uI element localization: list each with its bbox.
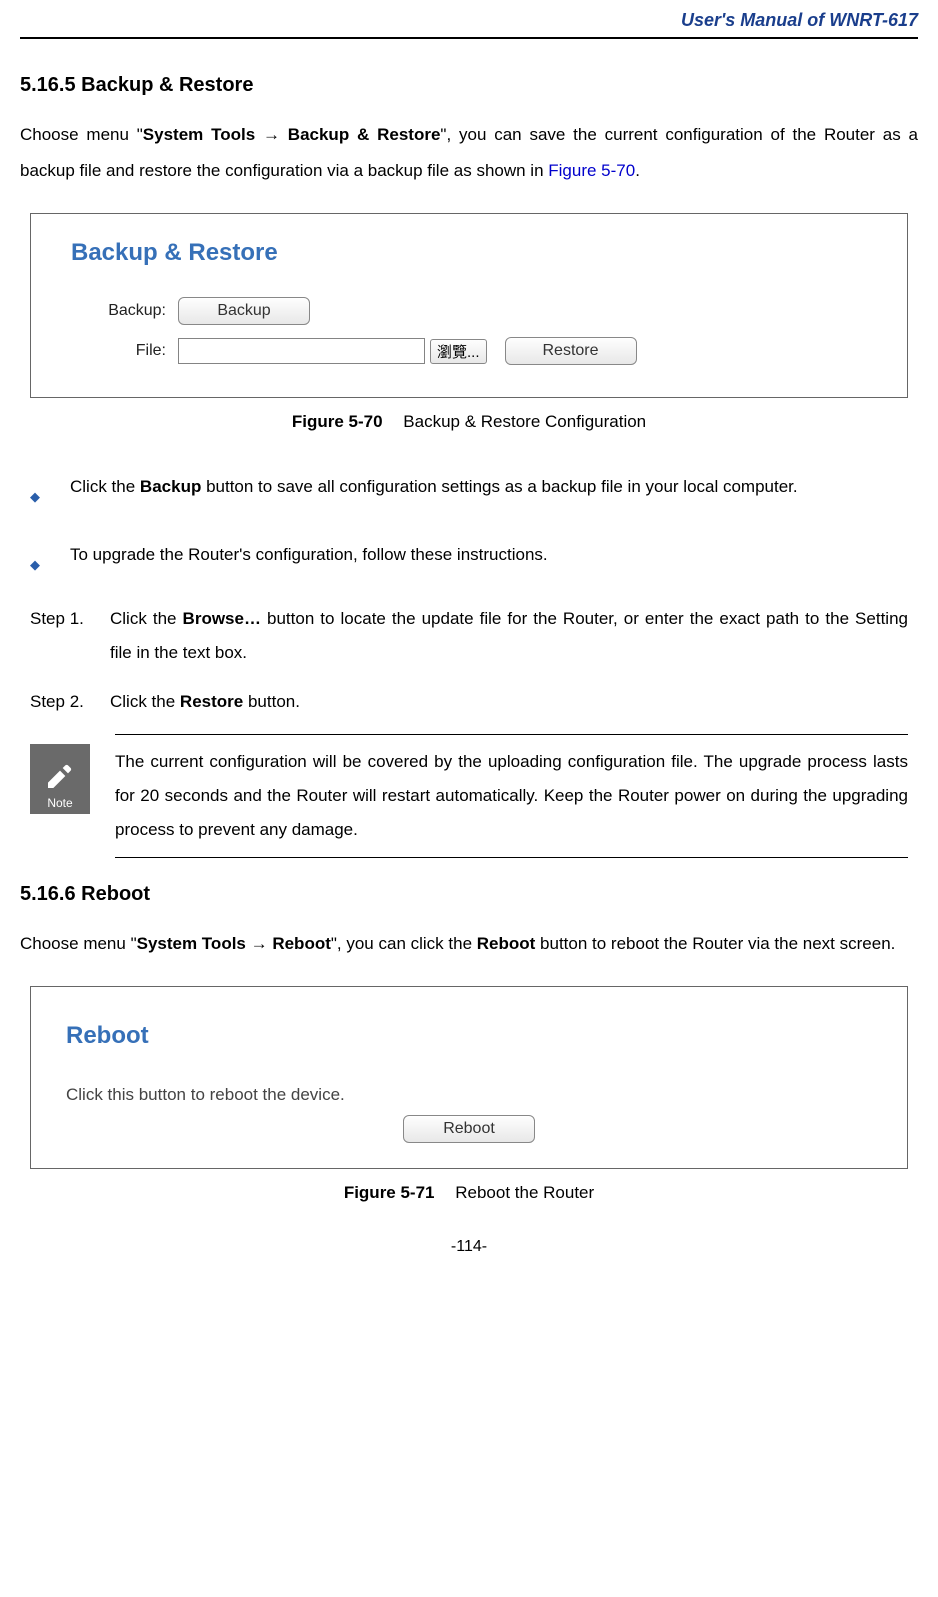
- step-1: Step 1. Click the Browse… button to loca…: [30, 602, 908, 670]
- panel-title: Backup & Restore: [71, 239, 877, 267]
- reboot-button[interactable]: Reboot: [403, 1115, 535, 1143]
- backup-label: Backup:: [71, 302, 178, 320]
- file-label: File:: [71, 342, 178, 360]
- figure-5-71-panel: Reboot Click this button to reboot the d…: [30, 986, 908, 1169]
- bullet-backup: ◆ Click the Backup button to save all co…: [30, 467, 908, 512]
- step-label: Step 2.: [30, 685, 110, 719]
- text-bold: Reboot: [477, 934, 536, 953]
- restore-button[interactable]: Restore: [505, 337, 637, 365]
- caption-label: Figure 5-70: [292, 412, 383, 431]
- text: ", you can click the: [331, 934, 477, 953]
- caption-text: Backup & Restore Configuration: [403, 412, 646, 431]
- section2-intro: Choose menu "System Tools → Reboot", you…: [20, 926, 918, 962]
- section-heading-reboot: 5.16.6 Reboot: [20, 883, 918, 906]
- menu-path: System Tools → Reboot: [137, 934, 331, 953]
- bullet-upgrade: ◆ To upgrade the Router's configuration,…: [30, 535, 908, 580]
- bullet-icon: ◆: [30, 549, 40, 580]
- bullet-icon: ◆: [30, 481, 40, 512]
- caption-label: Figure 5-71: [344, 1183, 435, 1202]
- file-input[interactable]: [178, 338, 425, 364]
- text: Choose menu ": [20, 934, 137, 953]
- page-number: -114-: [20, 1238, 918, 1256]
- text: Choose menu ": [20, 125, 143, 144]
- note-label: Note: [47, 796, 72, 810]
- text: Click the: [110, 609, 183, 628]
- backup-button[interactable]: Backup: [178, 297, 310, 325]
- section-number: 5.16.6: [20, 883, 76, 905]
- section-title: Reboot: [81, 883, 150, 905]
- pencil-note-icon: [44, 760, 76, 792]
- file-row: File: 瀏覽... Restore: [71, 337, 877, 365]
- browse-button[interactable]: 瀏覽...: [430, 339, 487, 364]
- menu-path: System Tools → Backup & Restore: [143, 125, 441, 144]
- text: button to reboot the Router via the next…: [535, 934, 895, 953]
- page-header: User's Manual of WNRT-617: [20, 10, 918, 39]
- text-bold: Backup: [140, 477, 201, 496]
- section-title: Backup & Restore: [81, 74, 253, 96]
- section-heading-backup: 5.16.5 Backup & Restore: [20, 74, 918, 97]
- panel-title: Reboot: [66, 1022, 872, 1050]
- text: button to save all configuration setting…: [201, 477, 797, 496]
- text-bold: Restore: [180, 692, 243, 711]
- reboot-hint: Click this button to reboot the device.: [66, 1085, 872, 1105]
- text-bold: Browse…: [183, 609, 261, 628]
- section1-intro: Choose menu "System Tools → Backup & Res…: [20, 117, 918, 188]
- figure-5-71-caption: Figure 5-71 Reboot the Router: [20, 1183, 918, 1203]
- section-number: 5.16.5: [20, 74, 76, 96]
- figure-5-70-caption: Figure 5-70 Backup & Restore Configurati…: [20, 412, 918, 432]
- figure-5-70-panel: Backup & Restore Backup: Backup File: 瀏覽…: [30, 213, 908, 398]
- caption-text: Reboot the Router: [455, 1183, 594, 1202]
- backup-row: Backup: Backup: [71, 297, 877, 325]
- step-label: Step 1.: [30, 602, 110, 670]
- step-2: Step 2. Click the Restore button.: [30, 685, 908, 719]
- text: Click the: [110, 692, 180, 711]
- figure-link[interactable]: Figure 5-70: [548, 161, 635, 180]
- note-block: Note The current configuration will be c…: [30, 734, 908, 858]
- note-text: The current configuration will be covere…: [115, 734, 908, 858]
- text: Click the: [70, 477, 140, 496]
- text: To upgrade the Router's configuration, f…: [70, 535, 908, 576]
- note-icon: Note: [30, 744, 90, 814]
- text: button.: [243, 692, 300, 711]
- text: .: [635, 161, 640, 180]
